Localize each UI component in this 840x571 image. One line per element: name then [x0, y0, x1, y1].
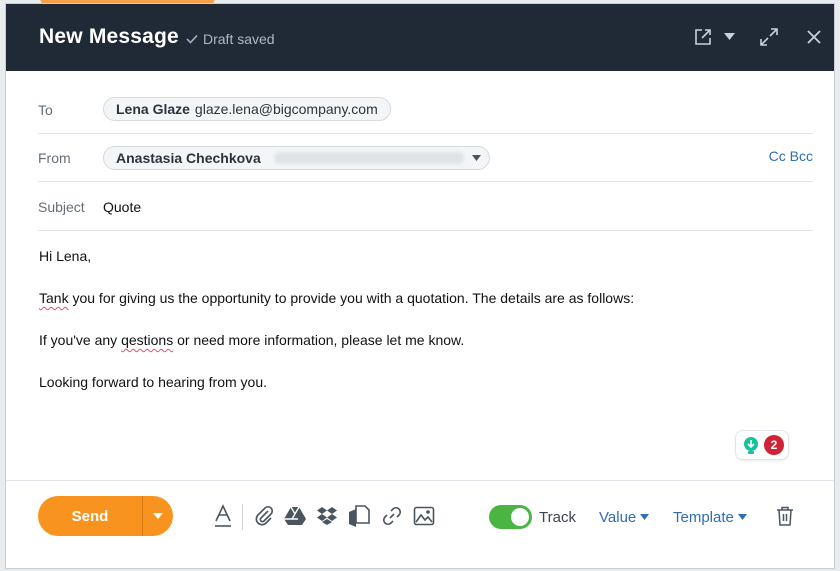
link-icon[interactable]	[380, 504, 404, 528]
image-icon[interactable]	[412, 504, 436, 528]
draft-status-label: Draft saved	[203, 31, 275, 47]
format-text-icon[interactable]	[211, 504, 235, 528]
chevron-down-icon	[471, 154, 481, 162]
google-drive-icon[interactable]	[283, 504, 307, 528]
sender-email-redacted	[273, 152, 464, 164]
to-label: To	[38, 102, 53, 118]
dropbox-icon[interactable]	[315, 504, 339, 528]
body-text-segment: If you've any	[39, 332, 122, 348]
chevron-down-icon	[737, 514, 747, 521]
from-selector[interactable]: Anastasia Chechkova	[103, 146, 490, 170]
send-button[interactable]: Send	[38, 496, 142, 536]
subject-label: Subject	[38, 199, 85, 215]
recipient-chip[interactable]: Lena Glaze glaze.lena@bigcompany.com	[103, 97, 391, 121]
expand-icon[interactable]	[760, 28, 778, 46]
template-dropdown-label: Template	[673, 509, 734, 526]
body-text-segment: you for giving us the opportunity to pro…	[68, 290, 635, 306]
document-icon[interactable]	[347, 504, 371, 528]
chevron-down-icon	[640, 514, 650, 521]
chevron-down-icon	[153, 512, 163, 520]
popout-icon[interactable]	[694, 28, 712, 46]
recipient-email: glaze.lena@bigcompany.com	[194, 101, 378, 117]
lightbulb-icon	[742, 436, 760, 461]
misspelled-word[interactable]: Tank	[39, 290, 69, 306]
body-paragraph-3: Looking forward to hearing from you.	[39, 374, 268, 390]
trash-icon[interactable]	[773, 504, 797, 528]
toolbar-divider	[242, 504, 243, 530]
from-label: From	[38, 150, 71, 166]
misspelled-word[interactable]: qestions	[121, 332, 173, 348]
track-toggle[interactable]	[489, 505, 532, 529]
to-row: To Lena Glaze glaze.lena@bigcompany.com	[38, 85, 813, 134]
body-text-segment: or need more information, please let me …	[173, 332, 465, 348]
grammar-assistant-widget[interactable]: 2	[735, 430, 789, 460]
track-label: Track	[539, 509, 576, 526]
from-row: From Anastasia Chechkova Cc Bcc	[38, 133, 813, 182]
sender-name: Anastasia Chechkova	[116, 150, 261, 166]
send-button-group: Send	[38, 496, 173, 536]
compose-window: New Message Draft saved To Lena Glaze gl…	[5, 3, 835, 569]
compose-header: New Message Draft saved	[6, 4, 834, 71]
value-dropdown-label: Value	[599, 509, 637, 526]
toggle-knob	[511, 508, 529, 526]
template-dropdown[interactable]: Template	[673, 509, 747, 526]
paperclip-icon[interactable]	[252, 504, 276, 528]
grammar-issue-badge: 2	[764, 435, 784, 455]
value-dropdown[interactable]: Value	[599, 509, 650, 526]
subject-input[interactable]: Quote	[103, 199, 141, 215]
recipient-name: Lena Glaze	[116, 101, 190, 117]
compose-title: New Message	[39, 25, 179, 48]
body-paragraph-2: If you've any qestions or need more info…	[39, 332, 464, 348]
body-greeting: Hi Lena,	[39, 248, 92, 264]
chevron-down-icon[interactable]	[723, 28, 735, 46]
check-icon	[186, 31, 198, 47]
send-options-button[interactable]	[143, 496, 173, 536]
cc-bcc-link[interactable]: Cc Bcc	[769, 148, 813, 164]
body-paragraph-1: Tank you for giving us the opportunity t…	[39, 290, 634, 306]
subject-row: Subject Quote	[38, 181, 813, 231]
draft-status: Draft saved	[186, 31, 275, 47]
close-icon[interactable]	[806, 29, 822, 45]
